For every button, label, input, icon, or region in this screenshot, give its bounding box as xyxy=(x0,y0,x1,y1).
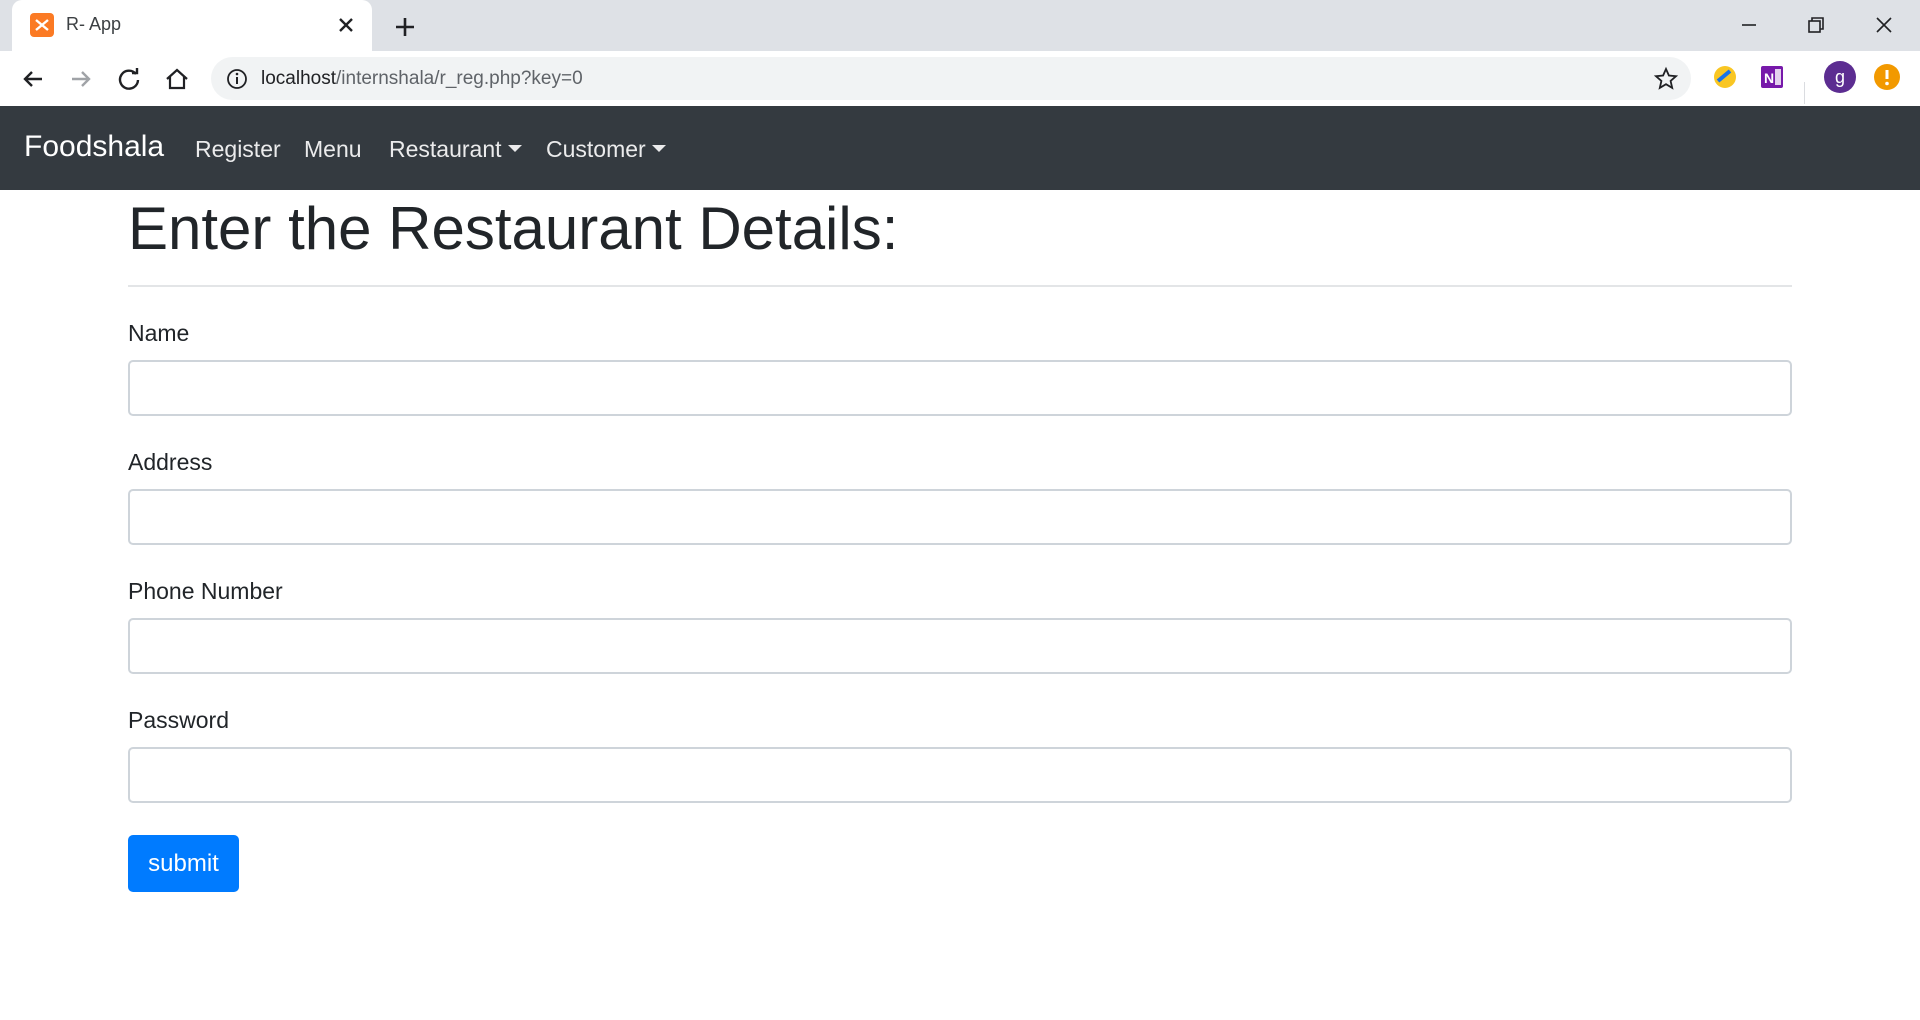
home-icon[interactable] xyxy=(162,64,192,94)
restore-icon[interactable] xyxy=(1801,10,1831,40)
svg-text:N: N xyxy=(1764,70,1774,86)
app-favicon-icon xyxy=(30,13,54,37)
plus-icon[interactable] xyxy=(390,12,420,42)
app-navbar: Foodshala Register Menu Restaurant Custo… xyxy=(0,106,1920,190)
nav-link-register[interactable]: Register xyxy=(195,136,281,163)
profile-avatar-icon[interactable]: g xyxy=(1823,60,1857,99)
alert-icon[interactable] xyxy=(1872,62,1902,97)
toolbar-divider xyxy=(1804,82,1805,104)
password-label: Password xyxy=(128,707,229,733)
browser-tab[interactable]: R- App xyxy=(12,0,372,51)
star-icon[interactable] xyxy=(1653,66,1679,97)
name-label: Name xyxy=(128,320,190,346)
onenote-icon[interactable]: N xyxy=(1758,63,1786,96)
close-icon[interactable] xyxy=(334,13,358,37)
reload-icon[interactable] xyxy=(114,64,144,94)
password-input[interactable] xyxy=(128,747,1792,803)
name-input[interactable] xyxy=(128,360,1792,416)
address-input[interactable] xyxy=(128,489,1792,545)
nav-link-menu[interactable]: Menu xyxy=(304,136,362,163)
caret-down-icon xyxy=(507,145,522,153)
info-icon[interactable] xyxy=(225,67,249,96)
nav-dropdown-customer[interactable]: Customer xyxy=(546,136,666,163)
browser-toolbar: localhost/internshala/r_reg.php?key=0 xyxy=(0,51,1920,107)
url-host: localhost xyxy=(261,68,336,89)
nav-dropdown-customer-label: Customer xyxy=(546,136,646,162)
address-label: Address xyxy=(128,449,213,475)
close-window-icon[interactable] xyxy=(1869,10,1899,40)
page-title: Enter the Restaurant Details: xyxy=(128,195,899,262)
nav-dropdown-restaurant[interactable]: Restaurant xyxy=(389,136,522,163)
nav-dropdown-restaurant-label: Restaurant xyxy=(389,136,502,162)
extension-pencil-icon[interactable] xyxy=(1711,63,1739,96)
minimize-icon[interactable] xyxy=(1734,10,1764,40)
phone-number-label: Phone Number xyxy=(128,578,283,604)
browser-tab-strip: R- App xyxy=(0,0,1920,51)
back-arrow-icon[interactable] xyxy=(18,64,48,94)
address-bar[interactable]: localhost/internshala/r_reg.php?key=0 xyxy=(211,57,1691,100)
caret-down-icon xyxy=(651,145,666,153)
forward-arrow-icon[interactable] xyxy=(66,64,96,94)
url-text: localhost/internshala/r_reg.php?key=0 xyxy=(261,68,583,90)
navbar-brand[interactable]: Foodshala xyxy=(24,130,164,164)
tab-title: R- App xyxy=(66,14,122,34)
url-path: /internshala/r_reg.php?key=0 xyxy=(336,68,583,89)
submit-button[interactable]: submit xyxy=(128,835,239,892)
profile-initial: g xyxy=(1835,67,1845,87)
title-divider xyxy=(128,285,1792,287)
phone-number-input[interactable] xyxy=(128,618,1792,674)
